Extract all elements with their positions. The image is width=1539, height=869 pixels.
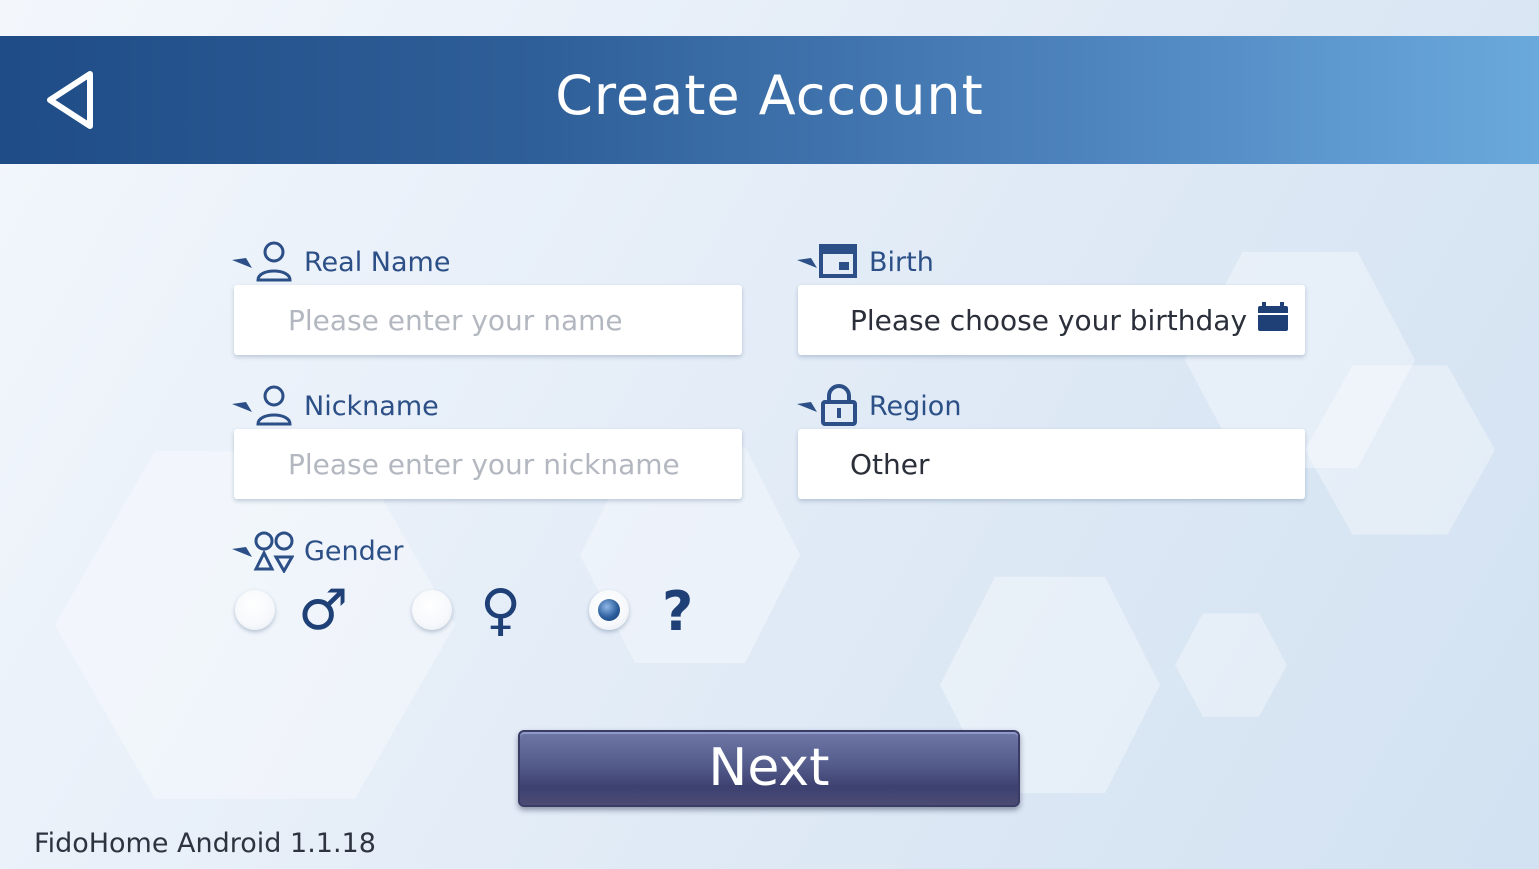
birth-picker[interactable]: Please choose your birthday — [798, 285, 1305, 355]
real-name-input[interactable] — [286, 302, 730, 338]
region-label: Region — [795, 384, 961, 428]
page-title: Create Account — [555, 64, 984, 127]
background-hexagon — [1175, 613, 1287, 717]
gender-label: Gender — [230, 529, 404, 573]
birth-picker-value: Please choose your birthday — [850, 303, 1248, 337]
nickname-label: Nickname — [230, 384, 439, 428]
calendar-icon[interactable] — [1257, 301, 1289, 333]
real-name-label: Real Name — [230, 240, 450, 284]
region-value: Other — [850, 447, 930, 481]
next-button[interactable]: Next — [518, 730, 1020, 807]
birth-label: Birth — [795, 240, 934, 284]
calendar-card-icon — [797, 244, 857, 278]
create-account-screen: Create Account Real Name Nickname Bi — [0, 0, 1539, 869]
nickname-input[interactable] — [286, 446, 730, 482]
region-select[interactable]: Other — [798, 429, 1305, 499]
person-icon — [232, 241, 292, 282]
person-icon — [232, 385, 292, 426]
real-name-field[interactable] — [234, 285, 742, 355]
app-version: FidoHome Android 1.1.18 — [34, 828, 376, 859]
gender-radio-unspecified[interactable] — [589, 590, 629, 630]
nickname-field[interactable] — [234, 429, 742, 499]
gender-radio-female[interactable] — [412, 590, 452, 630]
lock-icon — [797, 384, 857, 426]
header-bar: Create Account — [0, 36, 1539, 164]
question-icon: ? — [662, 580, 694, 643]
female-icon: ♀ — [480, 578, 522, 643]
gender-symbols-icon — [232, 531, 294, 573]
male-icon: ♂ — [298, 578, 349, 643]
gender-radio-male[interactable] — [235, 590, 275, 630]
